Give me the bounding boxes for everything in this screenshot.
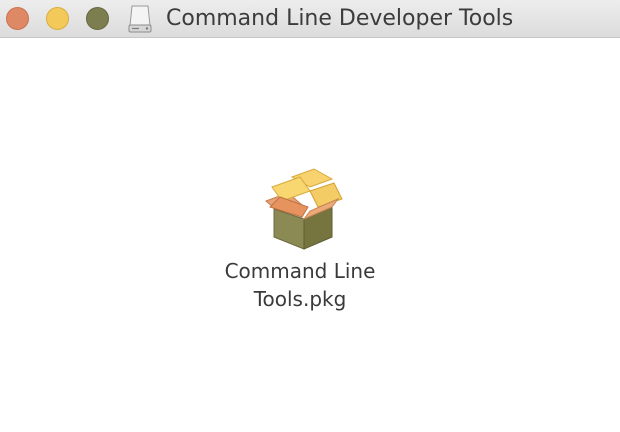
disk-image-icon (128, 5, 152, 33)
file-name-label: Command Line Tools.pkg (200, 257, 400, 313)
title-bar[interactable]: Command Line Developer Tools (0, 0, 620, 38)
file-name-line-2: Tools.pkg (253, 287, 347, 311)
window-title: Command Line Developer Tools (166, 6, 514, 31)
close-button[interactable] (6, 7, 29, 30)
zoom-button[interactable] (86, 7, 109, 30)
window-content: Command Line Tools.pkg (0, 38, 620, 432)
minimize-button[interactable] (46, 7, 69, 30)
finder-window: Command Line Developer Tools Command Lin… (0, 0, 620, 432)
file-item-command-line-tools[interactable]: Command Line Tools.pkg (200, 165, 400, 313)
file-name-line-1: Command Line (224, 259, 376, 283)
package-icon[interactable] (252, 165, 348, 253)
